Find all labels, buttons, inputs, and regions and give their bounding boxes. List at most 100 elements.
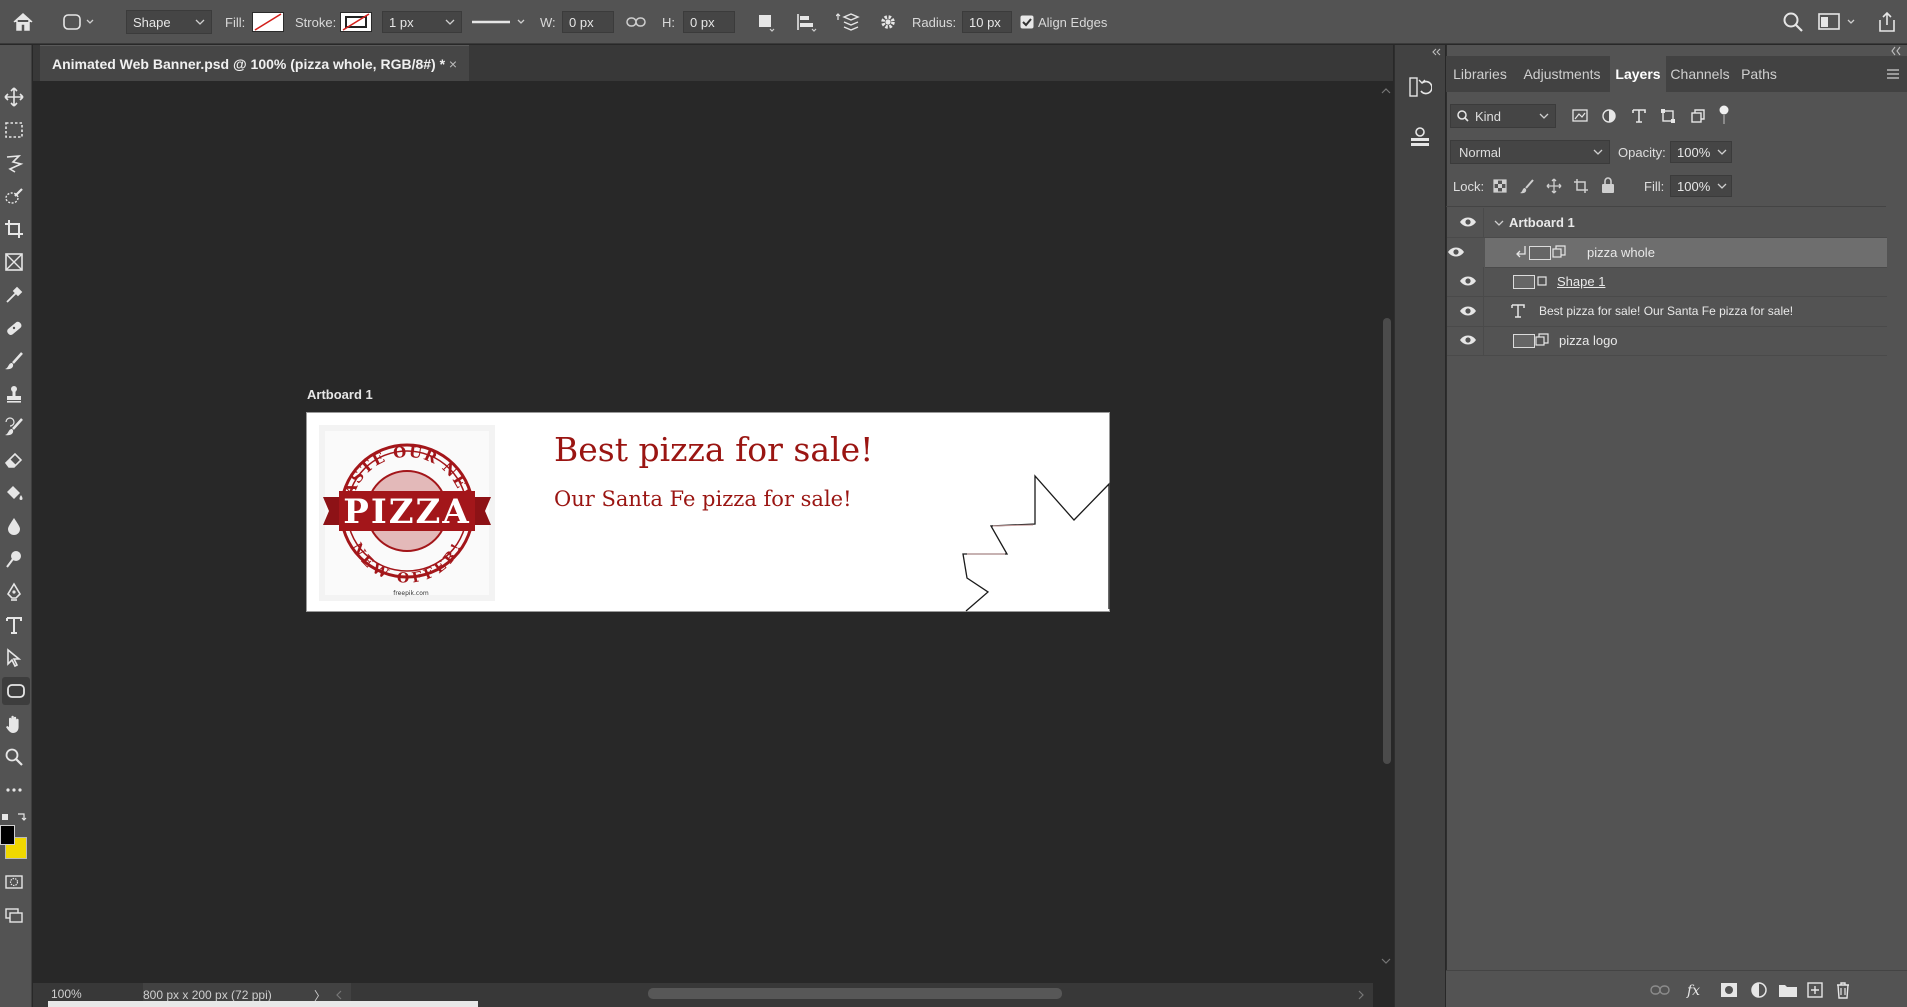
banner-subheadline[interactable]: Our Santa Fe pizza for sale! [554,487,852,511]
screen-mode-icon[interactable] [0,901,28,929]
paint-bucket-tool-icon[interactable] [0,479,28,507]
tab-layers[interactable]: Layers [1610,56,1666,92]
opacity-input[interactable]: 100% [1670,141,1732,163]
banner-headline[interactable]: Best pizza for sale! [554,430,873,469]
dodge-tool-icon[interactable] [0,545,28,573]
new-layer-icon[interactable] [1806,981,1824,999]
radius-input[interactable]: 10 px [962,11,1012,33]
pen-tool-icon[interactable] [0,578,28,606]
lock-all-icon[interactable] [1600,177,1616,194]
layer-style-fx-icon[interactable]: fx [1686,981,1706,999]
search-icon[interactable] [1782,0,1804,44]
healing-brush-tool-icon[interactable] [0,314,28,342]
rectangle-tool-icon[interactable] [2,677,30,705]
path-arrangement-icon[interactable] [836,0,860,44]
settings-gear-icon[interactable] [878,0,898,44]
blur-tool-icon[interactable] [0,512,28,540]
layer-row-text[interactable]: Best pizza for sale! Our Santa Fe pizza … [1447,297,1887,327]
type-tool-icon[interactable] [0,611,28,639]
artboard-label[interactable]: Artboard 1 [307,387,373,402]
hand-tool-icon[interactable] [0,710,28,738]
properties-panel-icon[interactable] [1408,125,1432,149]
layer-row-artboard-1[interactable]: Artboard 1 [1447,208,1887,238]
new-adjustment-layer-icon[interactable] [1750,981,1768,999]
lock-transparent-pixels-icon[interactable] [1492,178,1508,194]
quick-mask-icon[interactable] [0,868,28,896]
link-dimensions-icon[interactable] [626,0,646,44]
tab-paths[interactable]: Paths [1734,56,1784,92]
align-edges-checkbox[interactable] [1020,0,1034,44]
link-layers-icon[interactable] [1650,983,1670,997]
layer-row-shape-1[interactable]: Shape 1 [1447,267,1887,297]
visibility-eye-icon[interactable] [1459,275,1477,287]
history-panel-icon[interactable] [1408,75,1432,99]
collapse-dock-icon[interactable] [1431,47,1441,57]
marquee-tool-icon[interactable] [0,116,28,144]
stroke-swatch[interactable] [340,0,372,44]
home-icon[interactable] [10,0,36,44]
stamp-tool-icon[interactable] [0,380,28,408]
layer-row-pizza-whole[interactable]: pizza whole [1448,238,1887,268]
more-tools-icon[interactable] [0,776,28,804]
add-mask-icon[interactable] [1720,982,1738,998]
lock-image-pixels-icon[interactable] [1519,178,1535,194]
visibility-eye-icon[interactable] [1459,334,1477,346]
visibility-eye-icon[interactable] [1459,216,1477,228]
history-brush-tool-icon[interactable] [0,413,28,441]
vertical-scroll-thumb[interactable] [1383,318,1391,764]
document-tab[interactable]: Animated Web Banner.psd @ 100% (pizza wh… [40,45,469,81]
new-group-folder-icon[interactable] [1778,982,1798,998]
stroke-width-field[interactable]: 1 px [382,11,462,33]
filter-adjustment-icon[interactable] [1601,108,1617,124]
object-selection-tool-icon[interactable] [0,182,28,210]
panel-menu-icon[interactable] [1886,68,1900,80]
filter-smart-object-icon[interactable] [1690,108,1706,124]
lock-position-icon[interactable] [1546,178,1562,194]
height-input[interactable]: 0 px [683,11,735,33]
collapse-panels-icon[interactable] [1890,46,1902,56]
visibility-eye-icon[interactable] [1459,305,1477,317]
layer-row-pizza-logo[interactable]: pizza logo [1447,326,1887,356]
scroll-left-icon[interactable] [333,989,345,1001]
path-operations-icon[interactable] [756,0,776,44]
fill-input[interactable]: 100% [1670,175,1732,197]
lasso-tool-icon[interactable] [0,149,28,177]
horizontal-scroll-thumb[interactable] [648,988,1062,999]
delete-layer-trash-icon[interactable] [1834,981,1852,999]
tool-preset-picker[interactable] [60,0,96,44]
path-selection-tool-icon[interactable] [0,644,28,672]
crop-tool-icon[interactable] [0,215,28,243]
layer-name: Artboard 1 [1509,215,1575,230]
tab-channels[interactable]: Channels [1666,56,1734,92]
tab-libraries[interactable]: Libraries [1446,56,1514,92]
eraser-tool-icon[interactable] [0,446,28,474]
blend-mode-select[interactable]: Normal [1450,140,1610,164]
zoom-tool-icon[interactable] [0,743,28,771]
share-icon[interactable] [1876,0,1898,44]
lock-artboard-icon[interactable] [1573,178,1589,194]
filter-shape-icon[interactable] [1660,108,1676,124]
eyedropper-tool-icon[interactable] [0,281,28,309]
zoom-level[interactable]: 100% [51,987,82,1001]
path-alignment-icon[interactable] [795,0,817,44]
foreground-color-swatch[interactable] [0,825,15,845]
move-tool-icon[interactable] [0,83,28,111]
visibility-eye-icon[interactable] [1447,246,1465,258]
tab-adjustments[interactable]: Adjustments [1514,56,1610,92]
fill-swatch[interactable] [252,0,284,44]
filter-toggle-icon[interactable] [1718,104,1730,128]
swap-colors-icon[interactable] [2,811,28,823]
workspace-icon[interactable] [1818,0,1858,44]
layer-filter-select[interactable]: Kind [1450,104,1556,128]
frame-tool-icon[interactable] [0,248,28,276]
brush-tool-icon[interactable] [0,347,28,375]
expand-chevron-icon[interactable] [1493,217,1505,229]
tool-mode-select[interactable]: Shape [126,10,212,34]
shape-1-path[interactable] [955,468,1110,612]
filter-pixel-icon[interactable] [1572,108,1588,124]
scroll-right-icon[interactable] [1355,989,1367,1001]
filter-type-icon[interactable] [1631,108,1647,124]
width-input[interactable]: 0 px [562,11,614,33]
stroke-type-select[interactable] [470,0,530,44]
close-tab-icon[interactable]: × [449,56,457,72]
